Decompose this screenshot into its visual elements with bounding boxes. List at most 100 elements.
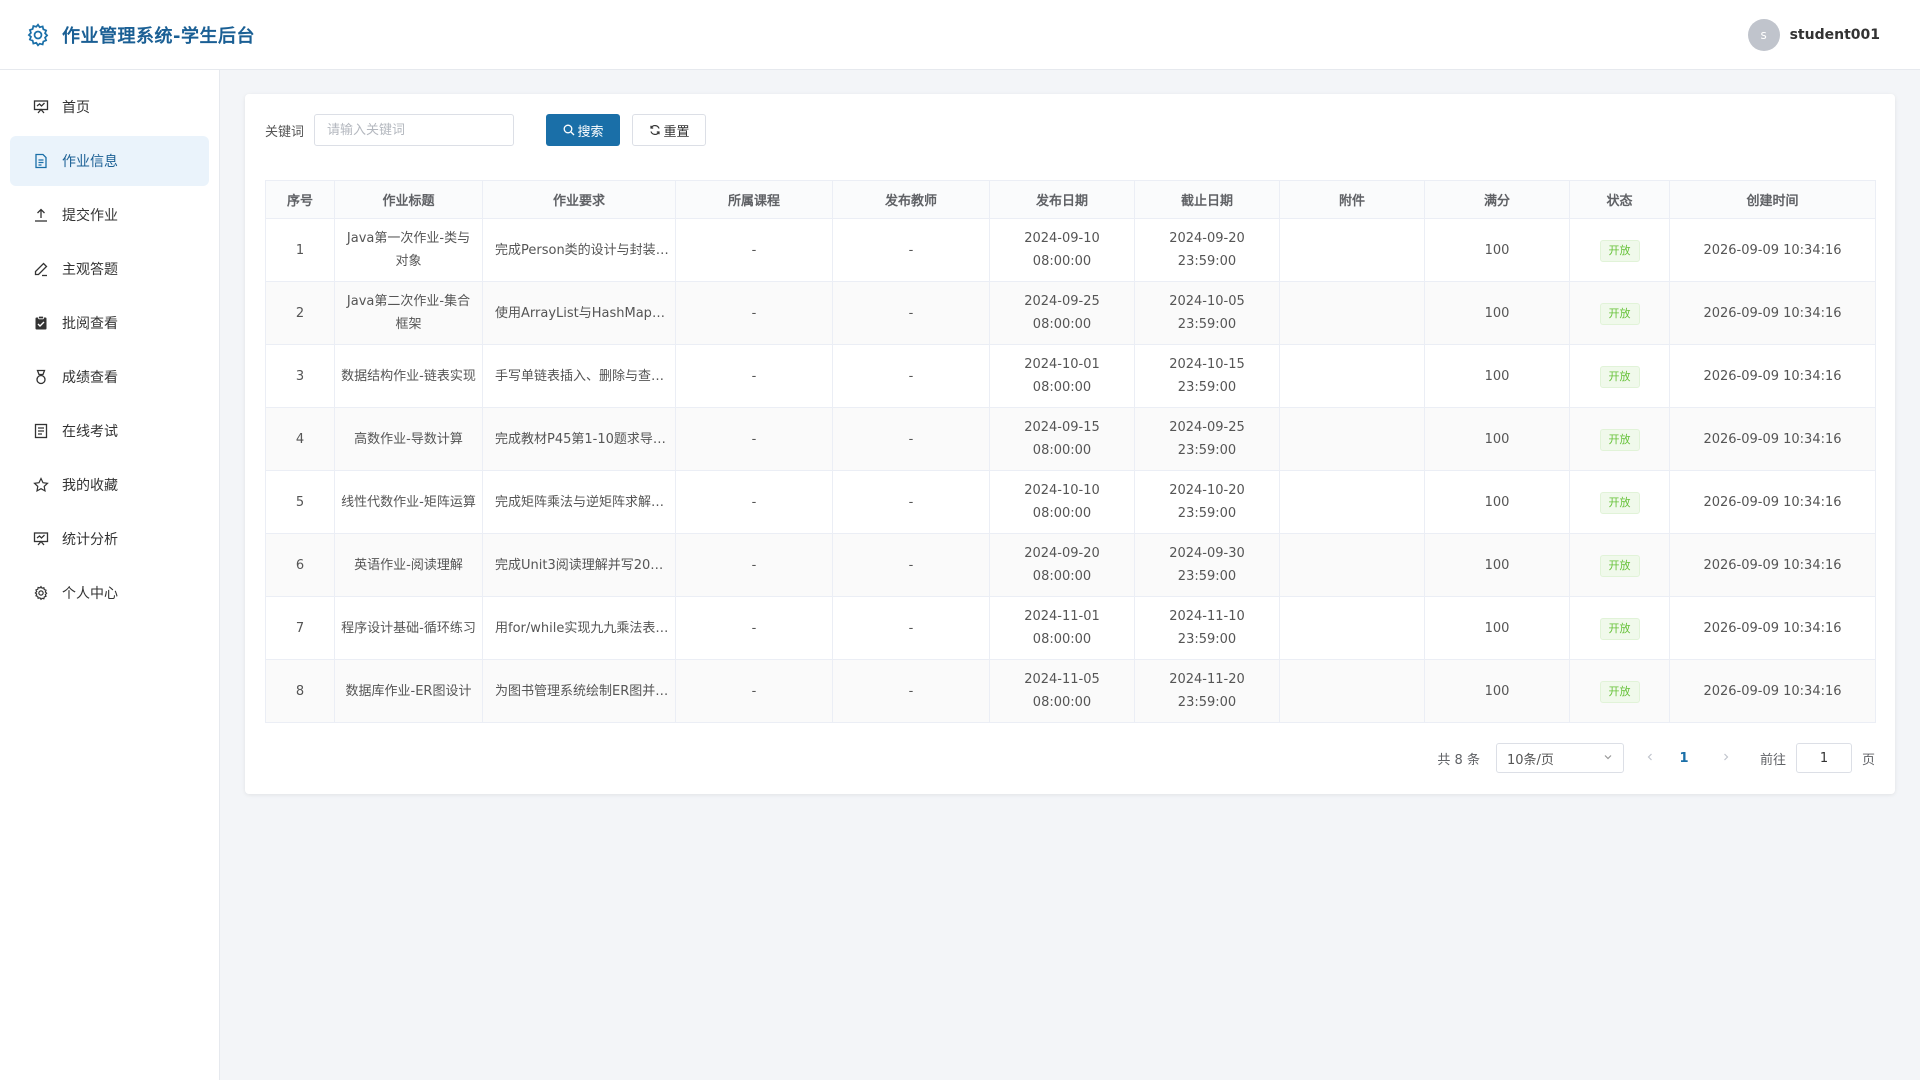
- reset-button[interactable]: 重置: [632, 114, 707, 146]
- settings-icon: [32, 584, 50, 602]
- sidebar-item-label: 批阅查看: [62, 316, 118, 332]
- cell-teacher: -: [832, 596, 990, 660]
- next-page-button[interactable]: [1712, 751, 1740, 766]
- clipboard-check-icon: [32, 314, 50, 332]
- cell-attach: [1279, 344, 1425, 408]
- cell-created: 2026-09-09 10:34:16: [1669, 533, 1876, 597]
- sidebar-item-statistics[interactable]: 统计分析: [10, 514, 209, 564]
- cell-status: 开放: [1569, 659, 1670, 723]
- page-number-current[interactable]: 1: [1668, 751, 1700, 766]
- user-menu[interactable]: s student001: [1747, 0, 1880, 70]
- sidebar-item-subjective-answer[interactable]: 主观答题: [10, 244, 209, 294]
- table-row: 3 数据结构作业-链表实现 手写单链表插入、删除与查找操作 - -2024-10-01 …: [265, 344, 1876, 408]
- cell-no: 4: [265, 407, 335, 471]
- status-badge: 开放: [1599, 428, 1640, 451]
- cell-attach: [1279, 218, 1425, 282]
- prev-page-button[interactable]: [1636, 751, 1664, 766]
- sidebar-item-profile[interactable]: 个人中心: [10, 568, 209, 618]
- cell-text: 2024-09-25 23:59:00: [1169, 420, 1245, 458]
- cell-course: -: [675, 533, 833, 597]
- cell-deadline: 2024-10-15 23:59:00: [1134, 344, 1280, 408]
- sidebar-item-label: 成绩查看: [62, 370, 118, 386]
- cell-status: 开放: [1569, 533, 1670, 597]
- cell-teacher: -: [832, 407, 990, 471]
- cell-req: 使用ArrayList与HashMap完成学生信息管理: [482, 281, 676, 345]
- sidebar-item-label: 提交作业: [62, 208, 118, 224]
- cell-attach: [1279, 533, 1425, 597]
- cell-title: 数据结构作业-链表实现: [334, 344, 483, 408]
- cell-no: 1: [265, 218, 335, 282]
- cell-title: 数据库作业-ER图设计: [334, 659, 483, 723]
- cell-publish: 2024-11-01 08:00:00: [989, 596, 1135, 660]
- column-header: 创建时间: [1669, 180, 1876, 219]
- cell-text: 2024-11-05 08:00:00: [1024, 672, 1100, 710]
- cell-teacher: -: [832, 281, 990, 345]
- sidebar-item-online-exam[interactable]: 在线考试: [10, 406, 209, 456]
- cell-course: -: [675, 344, 833, 408]
- sidebar-item-favorites[interactable]: 我的收藏: [10, 460, 209, 510]
- table-row: 5 线性代数作业-矩阵运算 完成矩阵乘法与逆矩阵求解练习 - -2024-10-10 0…: [265, 470, 1876, 534]
- cell-attach: [1279, 659, 1425, 723]
- total-count: 共 8 条: [1437, 752, 1480, 768]
- avatar[interactable]: s: [1747, 19, 1780, 51]
- cell-created: 2026-09-09 10:34:16: [1669, 659, 1876, 723]
- status-badge: 开放: [1599, 554, 1640, 577]
- cell-publish: 2024-10-01 08:00:00: [989, 344, 1135, 408]
- cell-publish: 2024-10-10 08:00:00: [989, 470, 1135, 534]
- brand: 作业管理系统-学生后台: [24, 21, 255, 49]
- chevron-right-icon: [1724, 753, 1729, 760]
- upload-icon: [32, 206, 50, 224]
- sidebar-item-homework-info[interactable]: 作业信息: [10, 136, 209, 186]
- cell-score: 100: [1424, 281, 1570, 345]
- chart-board-icon: [32, 530, 50, 548]
- cell-no: 6: [265, 533, 335, 597]
- sidebar-item-label: 主观答题: [62, 262, 118, 278]
- goto-page-input[interactable]: [1795, 743, 1852, 773]
- cell-req: 完成矩阵乘法与逆矩阵求解练习: [482, 470, 676, 534]
- gear-icon: [24, 21, 52, 49]
- cell-status: 开放: [1569, 281, 1670, 345]
- cell-status: 开放: [1569, 407, 1670, 471]
- column-header: 状态: [1569, 180, 1670, 219]
- status-badge: 开放: [1599, 680, 1640, 703]
- cell-course: -: [675, 218, 833, 282]
- cell-text: 2024-09-25 08:00:00: [1024, 294, 1100, 332]
- cell-req: 完成Unit3阅读理解并写200词总结: [482, 533, 676, 597]
- pagination: 共 8 条 10条/页 1 前往 页: [1437, 742, 1875, 774]
- cell-req: 手写单链表插入、删除与查找操作: [482, 344, 676, 408]
- cell-text: 2024-10-10 08:00:00: [1024, 483, 1100, 521]
- sidebar-item-review-view[interactable]: 批阅查看: [10, 298, 209, 348]
- cell-req: 用for/while实现九九乘法表输出: [482, 596, 676, 660]
- cell-course: -: [675, 470, 833, 534]
- status-badge: 开放: [1599, 302, 1640, 325]
- sidebar-item-grades-view[interactable]: 成绩查看: [10, 352, 209, 402]
- cell-text: 2024-11-20 23:59:00: [1169, 672, 1245, 710]
- cell-teacher: -: [832, 344, 990, 408]
- cell-teacher: -: [832, 659, 990, 723]
- cell-text: 2024-10-05 23:59:00: [1169, 294, 1245, 332]
- column-header: 满分: [1424, 180, 1570, 219]
- cell-no: 8: [265, 659, 335, 723]
- column-header: 序号: [265, 180, 335, 219]
- sidebar-item-label: 个人中心: [62, 586, 118, 602]
- cell-created: 2026-09-09 10:34:16: [1669, 407, 1876, 471]
- cell-publish: 2024-11-05 08:00:00: [989, 659, 1135, 723]
- column-header: 附件: [1279, 180, 1425, 219]
- page-size-select[interactable]: 10条/页: [1495, 743, 1624, 773]
- keyword-label: 关键词: [265, 124, 305, 140]
- cell-text: 2024-09-20 08:00:00: [1024, 546, 1100, 584]
- username[interactable]: student001: [1790, 27, 1880, 43]
- sidebar-item-submit-homework[interactable]: 提交作业: [10, 190, 209, 240]
- table-row: 1Java第一次作业-类与对象完成Person类的设计与封装，包含属性与方法--…: [265, 218, 1876, 282]
- cell-deadline: 2024-10-20 23:59:00: [1134, 470, 1280, 534]
- cell-course: -: [675, 407, 833, 471]
- keyword-input[interactable]: [314, 114, 515, 146]
- cell-created: 2026-09-09 10:34:16: [1669, 218, 1876, 282]
- cell-score: 100: [1424, 407, 1570, 471]
- cell-status: 开放: [1569, 344, 1670, 408]
- sidebar-item-home[interactable]: 首页: [10, 82, 209, 132]
- search-button[interactable]: 搜索: [546, 114, 621, 146]
- cell-no: 7: [265, 596, 335, 660]
- cell-text: 2024-11-01 08:00:00: [1024, 609, 1100, 647]
- status-badge: 开放: [1599, 365, 1640, 388]
